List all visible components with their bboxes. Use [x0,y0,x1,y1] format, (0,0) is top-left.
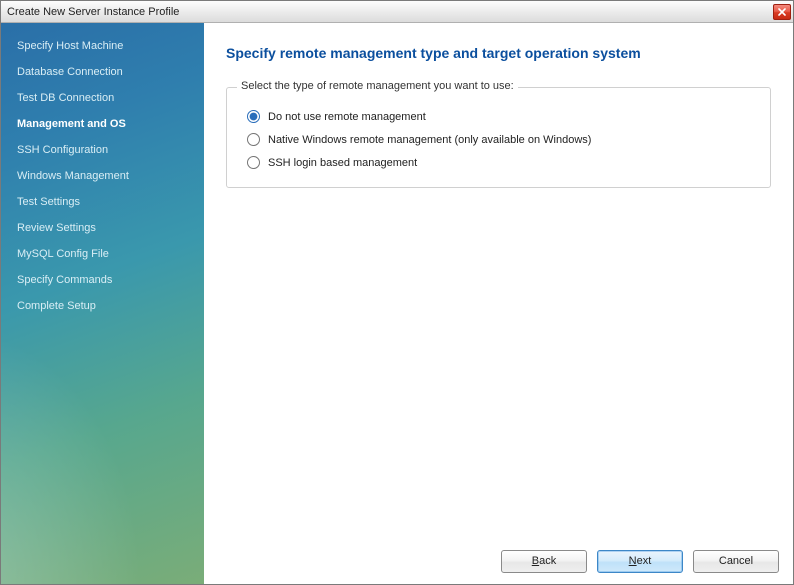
radio-label: Native Windows remote management (only a… [268,134,591,146]
window-title: Create New Server Instance Profile [7,6,773,18]
close-button[interactable] [773,4,791,20]
sidebar-item-test-db-connection[interactable]: Test DB Connection [1,85,204,111]
back-label-rest: ack [539,555,556,567]
close-icon [778,8,786,16]
back-button[interactable]: Back [501,550,587,573]
wizard-footer: Back Next Cancel [204,538,793,584]
wizard-content: Specify remote management type and targe… [204,23,793,538]
radio-option-no-remote[interactable]: Do not use remote management [247,110,754,123]
sidebar-item-specify-commands[interactable]: Specify Commands [1,267,204,293]
sidebar-item-windows-management[interactable]: Windows Management [1,163,204,189]
group-legend: Select the type of remote management you… [237,80,518,92]
next-button[interactable]: Next [597,550,683,573]
radio-input-no-remote[interactable] [247,110,260,123]
sidebar-item-management-and-os[interactable]: Management and OS [1,111,204,137]
radio-option-native-windows[interactable]: Native Windows remote management (only a… [247,133,754,146]
titlebar: Create New Server Instance Profile [1,1,793,23]
wizard-main: Specify remote management type and targe… [204,23,793,584]
page-title: Specify remote management type and targe… [226,45,771,61]
sidebar-item-review-settings[interactable]: Review Settings [1,215,204,241]
radio-input-ssh[interactable] [247,156,260,169]
wizard-sidebar: Specify Host Machine Database Connection… [1,23,204,584]
sidebar-item-ssh-configuration[interactable]: SSH Configuration [1,137,204,163]
window-body: Specify Host Machine Database Connection… [1,23,793,584]
sidebar-item-specify-host-machine[interactable]: Specify Host Machine [1,33,204,59]
remote-management-group: Select the type of remote management you… [226,87,771,188]
sidebar-item-database-connection[interactable]: Database Connection [1,59,204,85]
wizard-window: Create New Server Instance Profile Speci… [0,0,794,585]
sidebar-item-mysql-config-file[interactable]: MySQL Config File [1,241,204,267]
radio-label: Do not use remote management [268,111,426,123]
radio-option-ssh[interactable]: SSH login based management [247,156,754,169]
cancel-button[interactable]: Cancel [693,550,779,573]
sidebar-item-complete-setup[interactable]: Complete Setup [1,293,204,319]
radio-label: SSH login based management [268,157,417,169]
radio-input-native-windows[interactable] [247,133,260,146]
sidebar-item-test-settings[interactable]: Test Settings [1,189,204,215]
next-label-rest: ext [637,555,652,567]
